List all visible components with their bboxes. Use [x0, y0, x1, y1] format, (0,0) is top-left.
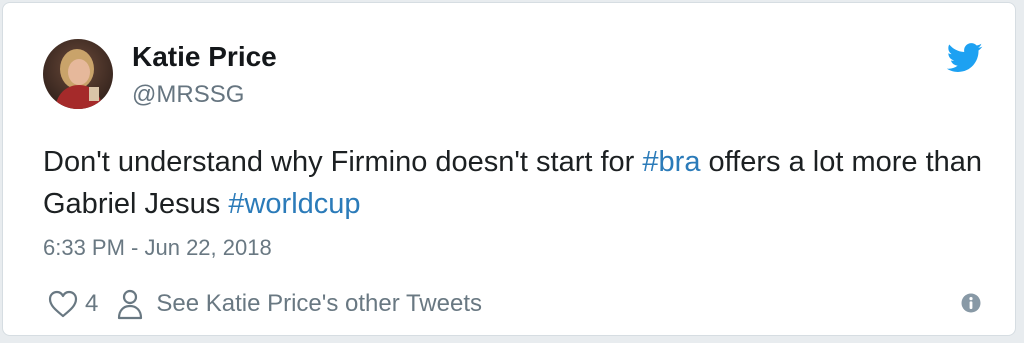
like-count[interactable]: 4 [85, 290, 98, 318]
tweet-text: Don't understand why Firmino doesn't sta… [43, 141, 983, 225]
avatar[interactable] [43, 39, 113, 109]
tweet-timestamp[interactable]: 6:33 PM - Jun 22, 2018 [43, 235, 272, 261]
person-icon [116, 288, 144, 320]
tweet-text-part: Don't understand why Firmino doesn't sta… [43, 146, 643, 178]
hashtag-link-bra[interactable]: #bra [642, 146, 700, 178]
author-name[interactable]: Katie Price [132, 41, 277, 73]
tweet-card: Katie Price @MRSSG Don't understand why … [2, 2, 1016, 336]
info-icon[interactable] [961, 293, 981, 313]
author-handle[interactable]: @MRSSG [132, 81, 244, 109]
tweet-actions: 4 See Katie Price's other Tweets [47, 287, 482, 321]
twitter-bird-icon[interactable] [946, 43, 983, 73]
heart-icon[interactable] [47, 289, 79, 319]
see-other-tweets-link[interactable]: See Katie Price's other Tweets [156, 290, 482, 318]
hashtag-link-worldcup[interactable]: #worldcup [228, 188, 360, 220]
